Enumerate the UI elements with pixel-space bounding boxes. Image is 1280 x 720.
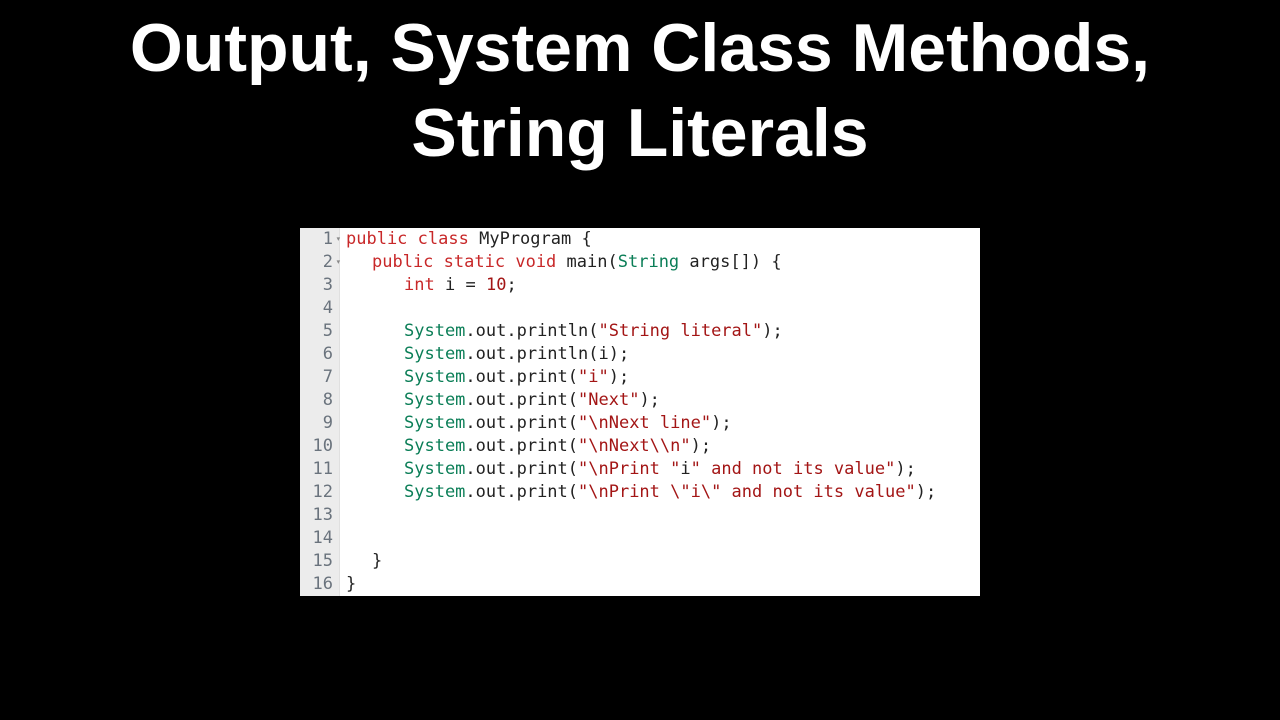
code-content xyxy=(340,527,414,550)
line-number: 1▾ xyxy=(300,228,340,251)
line-number: 15 xyxy=(300,550,340,573)
line-number: 14 xyxy=(300,527,340,550)
code-content: System.out.print("i"); xyxy=(340,366,629,389)
code-line: 9 System.out.print("\nNext line"); xyxy=(300,412,980,435)
code-content: System.out.print("\nNext line"); xyxy=(340,412,732,435)
code-content: public class MyProgram { xyxy=(340,228,592,251)
code-content: int i = 10; xyxy=(340,274,517,297)
code-content: System.out.print("Next"); xyxy=(340,389,660,412)
line-number: 3 xyxy=(300,274,340,297)
code-content: System.out.println(i); xyxy=(340,343,629,366)
line-number: 2▾ xyxy=(300,251,340,274)
fold-icon: ▾ xyxy=(336,251,341,274)
code-line: 7 System.out.print("i"); xyxy=(300,366,980,389)
line-number: 13 xyxy=(300,504,340,527)
code-content: System.out.print("\nPrint "i" and not it… xyxy=(340,458,916,481)
code-content: } xyxy=(340,573,356,596)
code-line: 11 System.out.print("\nPrint "i" and not… xyxy=(300,458,980,481)
line-number: 5 xyxy=(300,320,340,343)
code-line: 4 xyxy=(300,297,980,320)
code-line: 12 System.out.print("\nPrint \"i\" and n… xyxy=(300,481,980,504)
line-number: 9 xyxy=(300,412,340,435)
line-number: 7 xyxy=(300,366,340,389)
code-content: System.out.println("String literal"); xyxy=(340,320,783,343)
code-line: 15 } xyxy=(300,550,980,573)
line-number: 4 xyxy=(300,297,340,320)
code-line: 10 System.out.print("\nNext\\n"); xyxy=(300,435,980,458)
code-content xyxy=(340,297,414,320)
line-number: 16 xyxy=(300,573,340,596)
fold-icon: ▾ xyxy=(336,228,341,251)
code-line: 16 } xyxy=(300,573,980,596)
line-number: 6 xyxy=(300,343,340,366)
code-line: 1▾ public class MyProgram { xyxy=(300,228,980,251)
code-line: 8 System.out.print("Next"); xyxy=(300,389,980,412)
code-content: System.out.print("\nPrint \"i\" and not … xyxy=(340,481,936,504)
code-line: 13 xyxy=(300,504,980,527)
code-line: 5 System.out.println("String literal"); xyxy=(300,320,980,343)
code-line: 3 int i = 10; xyxy=(300,274,980,297)
code-line: 14 xyxy=(300,527,980,550)
line-number: 10 xyxy=(300,435,340,458)
code-content xyxy=(340,504,414,527)
code-content: public static void main(String args[]) { xyxy=(340,251,782,274)
code-content: System.out.print("\nNext\\n"); xyxy=(340,435,711,458)
line-number: 8 xyxy=(300,389,340,412)
code-content: } xyxy=(340,550,382,573)
title-line-2: String Literals xyxy=(0,91,1280,176)
line-number: 12 xyxy=(300,481,340,504)
code-line: 6 System.out.println(i); xyxy=(300,343,980,366)
line-number: 11 xyxy=(300,458,340,481)
title-line-1: Output, System Class Methods, xyxy=(0,6,1280,91)
code-line: 2▾ public static void main(String args[]… xyxy=(300,251,980,274)
code-editor: 1▾ public class MyProgram { 2▾ public st… xyxy=(300,228,980,596)
slide-title: Output, System Class Methods, String Lit… xyxy=(0,0,1280,176)
